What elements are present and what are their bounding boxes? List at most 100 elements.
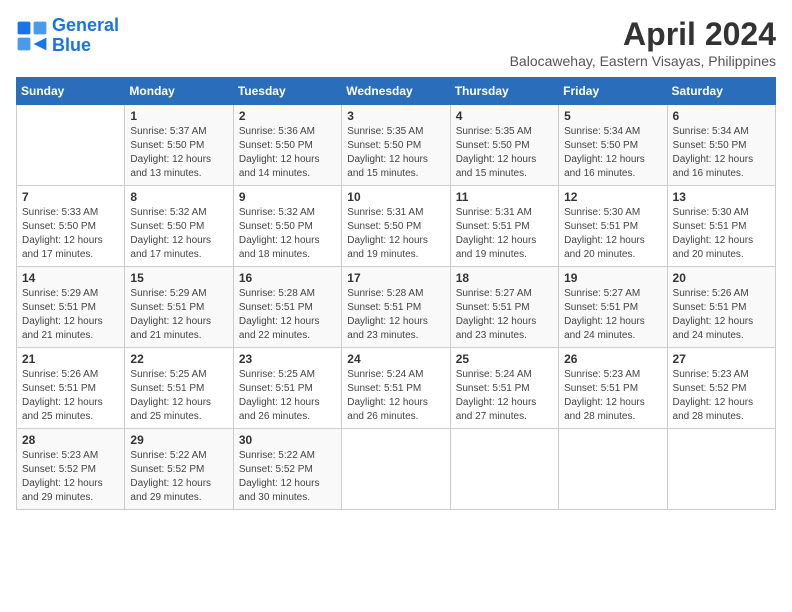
day-number: 16: [239, 271, 336, 285]
calendar-cell: 19 Sunrise: 5:27 AMSunset: 5:51 PMDayligh…: [559, 267, 667, 348]
calendar-week-row: 14Sunrise: 5:29 AMSunset: 5:51 PMDayligh…: [17, 267, 776, 348]
calendar-table: SundayMondayTuesdayWednesdayThursdayFrid…: [16, 77, 776, 510]
calendar-cell: 16Sunrise: 5:28 AMSunset: 5:51 PMDayligh…: [233, 267, 341, 348]
logo-general: General: [52, 15, 119, 35]
day-number: 17: [347, 271, 444, 285]
day-info: Sunrise: 5:30 AMSunset: 5:51 PMDaylight:…: [564, 206, 661, 262]
month-title: April 2024: [510, 16, 776, 53]
day-info: Sunrise: 5:33 AMSunset: 5:50 PMDaylight:…: [22, 206, 119, 262]
calendar-cell: 26Sunrise: 5:23 AMSunset: 5:51 PMDayligh…: [559, 348, 667, 429]
day-info: Sunrise: 5:28 AMSunset: 5:51 PMDaylight:…: [347, 287, 444, 343]
day-number: 3: [347, 109, 444, 123]
day-number: 14: [22, 271, 119, 285]
calendar-cell: 24Sunrise: 5:24 AMSunset: 5:51 PMDayligh…: [342, 348, 450, 429]
calendar-cell: [17, 105, 125, 186]
day-number: 10: [347, 190, 444, 204]
header-tuesday: Tuesday: [233, 78, 341, 105]
day-number: 2: [239, 109, 336, 123]
header-wednesday: Wednesday: [342, 78, 450, 105]
day-number: 27: [673, 352, 770, 366]
day-number: 11: [456, 190, 553, 204]
day-number: 25: [456, 352, 553, 366]
calendar-cell: 27Sunrise: 5:23 AMSunset: 5:52 PMDayligh…: [667, 348, 775, 429]
day-info: Sunrise: 5:23 AMSunset: 5:52 PMDaylight:…: [22, 449, 119, 505]
calendar-cell: 5Sunrise: 5:34 AMSunset: 5:50 PMDaylight…: [559, 105, 667, 186]
header-saturday: Saturday: [667, 78, 775, 105]
day-number: 15: [130, 271, 227, 285]
day-number: 22: [130, 352, 227, 366]
day-number: 12: [564, 190, 661, 204]
logo-icon: [16, 20, 48, 52]
calendar-cell: 14Sunrise: 5:29 AMSunset: 5:51 PMDayligh…: [17, 267, 125, 348]
day-info: Sunrise: 5:36 AMSunset: 5:50 PMDaylight:…: [239, 125, 336, 181]
day-number: 28: [22, 433, 119, 447]
calendar-cell: 22 Sunrise: 5:25 AMSunset: 5:51 PMDayligh…: [125, 348, 233, 429]
day-number: 19: [564, 271, 661, 285]
day-number: 13: [673, 190, 770, 204]
day-info: Sunrise: 5:30 AMSunset: 5:51 PMDaylight:…: [673, 206, 770, 262]
calendar-cell: 2 Sunrise: 5:36 AMSunset: 5:50 PMDaylight…: [233, 105, 341, 186]
calendar-cell: 9 Sunrise: 5:32 AMSunset: 5:50 PMDaylight…: [233, 186, 341, 267]
calendar-cell: [667, 429, 775, 510]
day-info: Sunrise: 5:23 AMSunset: 5:51 PMDaylight:…: [564, 368, 661, 424]
day-number: 9: [239, 190, 336, 204]
day-number: 30: [239, 433, 336, 447]
header-sunday: Sunday: [17, 78, 125, 105]
day-number: 18: [456, 271, 553, 285]
calendar-cell: [342, 429, 450, 510]
calendar-cell: [450, 429, 558, 510]
calendar-cell: 15Sunrise: 5:29 AMSunset: 5:51 PMDayligh…: [125, 267, 233, 348]
calendar-cell: 28 Sunrise: 5:23 AMSunset: 5:52 PMDayligh…: [17, 429, 125, 510]
day-number: 5: [564, 109, 661, 123]
calendar-cell: 11 Sunrise: 5:31 AMSunset: 5:51 PMDayligh…: [450, 186, 558, 267]
title-block: April 2024 Balocawehay, Eastern Visayas,…: [510, 16, 776, 69]
calendar-week-row: 21 Sunrise: 5:26 AMSunset: 5:51 PMDayligh…: [17, 348, 776, 429]
calendar-cell: 12 Sunrise: 5:30 AMSunset: 5:51 PMDayligh…: [559, 186, 667, 267]
logo-blue: Blue: [52, 36, 119, 56]
day-info: Sunrise: 5:34 AMSunset: 5:50 PMDaylight:…: [673, 125, 770, 181]
calendar-cell: 29 Sunrise: 5:22 AMSunset: 5:52 PMDayligh…: [125, 429, 233, 510]
day-number: 1: [130, 109, 227, 123]
calendar-cell: 13 Sunrise: 5:30 AMSunset: 5:51 PMDayligh…: [667, 186, 775, 267]
day-info: Sunrise: 5:22 AMSunset: 5:52 PMDaylight:…: [130, 449, 227, 505]
calendar-cell: 23 Sunrise: 5:25 AMSunset: 5:51 PMDayligh…: [233, 348, 341, 429]
page-header: General Blue April 2024 Balocawehay, Eas…: [16, 16, 776, 69]
calendar-cell: 17 Sunrise: 5:28 AMSunset: 5:51 PMDayligh…: [342, 267, 450, 348]
day-number: 24: [347, 352, 444, 366]
day-info: Sunrise: 5:32 AMSunset: 5:50 PMDaylight:…: [239, 206, 336, 262]
calendar-cell: 4 Sunrise: 5:35 AMSunset: 5:50 PMDaylight…: [450, 105, 558, 186]
day-info: Sunrise: 5:24 AMSunset: 5:51 PMDaylight:…: [456, 368, 553, 424]
calendar-cell: 30Sunrise: 5:22 AMSunset: 5:52 PMDayligh…: [233, 429, 341, 510]
day-info: Sunrise: 5:25 AMSunset: 5:51 PMDaylight:…: [239, 368, 336, 424]
day-number: 7: [22, 190, 119, 204]
day-info: Sunrise: 5:25 AMSunset: 5:51 PMDaylight:…: [130, 368, 227, 424]
day-info: Sunrise: 5:31 AMSunset: 5:50 PMDaylight:…: [347, 206, 444, 262]
day-info: Sunrise: 5:35 AMSunset: 5:50 PMDaylight:…: [347, 125, 444, 181]
day-info: Sunrise: 5:35 AMSunset: 5:50 PMDaylight:…: [456, 125, 553, 181]
calendar-cell: 7 Sunrise: 5:33 AMSunset: 5:50 PMDaylight…: [17, 186, 125, 267]
day-info: Sunrise: 5:37 AMSunset: 5:50 PMDaylight:…: [130, 125, 227, 181]
calendar-cell: 21 Sunrise: 5:26 AMSunset: 5:51 PMDayligh…: [17, 348, 125, 429]
day-number: 29: [130, 433, 227, 447]
day-info: Sunrise: 5:32 AMSunset: 5:50 PMDaylight:…: [130, 206, 227, 262]
calendar-week-row: 1 Sunrise: 5:37 AMSunset: 5:50 PMDaylight…: [17, 105, 776, 186]
calendar-cell: 10 Sunrise: 5:31 AMSunset: 5:50 PMDayligh…: [342, 186, 450, 267]
calendar-cell: 20Sunrise: 5:26 AMSunset: 5:51 PMDayligh…: [667, 267, 775, 348]
day-info: Sunrise: 5:26 AMSunset: 5:51 PMDaylight:…: [22, 368, 119, 424]
calendar-cell: 6 Sunrise: 5:34 AMSunset: 5:50 PMDaylight…: [667, 105, 775, 186]
day-number: 4: [456, 109, 553, 123]
day-info: Sunrise: 5:27 AMSunset: 5:51 PMDaylight:…: [456, 287, 553, 343]
header-thursday: Thursday: [450, 78, 558, 105]
day-number: 21: [22, 352, 119, 366]
calendar-cell: 3 Sunrise: 5:35 AMSunset: 5:50 PMDaylight…: [342, 105, 450, 186]
logo-text: General Blue: [52, 16, 119, 56]
day-info: Sunrise: 5:31 AMSunset: 5:51 PMDaylight:…: [456, 206, 553, 262]
calendar-cell: 8Sunrise: 5:32 AMSunset: 5:50 PMDaylight…: [125, 186, 233, 267]
calendar-cell: 18 Sunrise: 5:27 AMSunset: 5:51 PMDayligh…: [450, 267, 558, 348]
calendar-week-row: 28 Sunrise: 5:23 AMSunset: 5:52 PMDayligh…: [17, 429, 776, 510]
day-info: Sunrise: 5:27 AMSunset: 5:51 PMDaylight:…: [564, 287, 661, 343]
day-number: 6: [673, 109, 770, 123]
day-info: Sunrise: 5:26 AMSunset: 5:51 PMDaylight:…: [673, 287, 770, 343]
day-number: 23: [239, 352, 336, 366]
calendar-cell: 1 Sunrise: 5:37 AMSunset: 5:50 PMDaylight…: [125, 105, 233, 186]
